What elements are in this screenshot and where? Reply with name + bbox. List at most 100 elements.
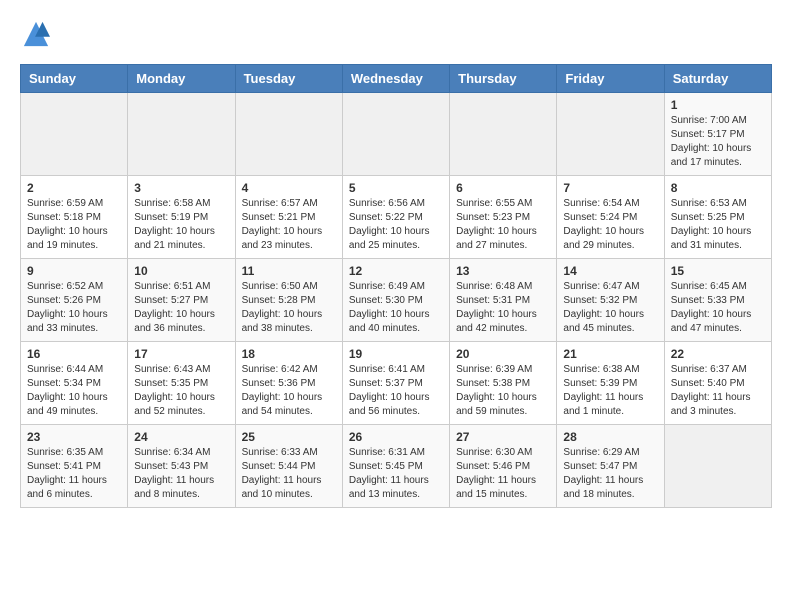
day-info: Sunrise: 6:49 AM Sunset: 5:30 PM Dayligh… (349, 280, 443, 336)
page-header (20, 20, 772, 54)
day-info: Sunrise: 6:39 AM Sunset: 5:38 PM Dayligh… (456, 363, 550, 419)
calendar-cell: 27 Sunrise: 6:30 AM Sunset: 5:46 PM Dayli… (450, 425, 557, 508)
day-info: Sunrise: 6:34 AM Sunset: 5:43 PM Dayligh… (134, 446, 228, 502)
day-number: 12 (349, 264, 443, 278)
day-header-tuesday: Tuesday (235, 65, 342, 93)
calendar-cell: 4 Sunrise: 6:57 AM Sunset: 5:21 PM Daylig… (235, 176, 342, 259)
day-number: 7 (563, 181, 657, 195)
day-info: Sunrise: 6:43 AM Sunset: 5:35 PM Dayligh… (134, 363, 228, 419)
day-info: Sunrise: 6:30 AM Sunset: 5:46 PM Dayligh… (456, 446, 550, 502)
day-info: Sunrise: 6:56 AM Sunset: 5:22 PM Dayligh… (349, 197, 443, 253)
day-header-saturday: Saturday (664, 65, 771, 93)
calendar-cell (557, 93, 664, 176)
calendar-cell: 12 Sunrise: 6:49 AM Sunset: 5:30 PM Dayli… (342, 259, 449, 342)
calendar-week-row: 9 Sunrise: 6:52 AM Sunset: 5:26 PM Daylig… (21, 259, 772, 342)
day-info: Sunrise: 6:38 AM Sunset: 5:39 PM Dayligh… (563, 363, 657, 419)
calendar-cell: 24 Sunrise: 6:34 AM Sunset: 5:43 PM Dayli… (128, 425, 235, 508)
day-info: Sunrise: 6:59 AM Sunset: 5:18 PM Dayligh… (27, 197, 121, 253)
day-number: 1 (671, 98, 765, 112)
calendar-cell: 9 Sunrise: 6:52 AM Sunset: 5:26 PM Daylig… (21, 259, 128, 342)
day-info: Sunrise: 6:31 AM Sunset: 5:45 PM Dayligh… (349, 446, 443, 502)
day-number: 28 (563, 430, 657, 444)
calendar-cell: 21 Sunrise: 6:38 AM Sunset: 5:39 PM Dayli… (557, 342, 664, 425)
calendar-cell: 22 Sunrise: 6:37 AM Sunset: 5:40 PM Dayli… (664, 342, 771, 425)
day-info: Sunrise: 6:37 AM Sunset: 5:40 PM Dayligh… (671, 363, 765, 419)
day-number: 4 (242, 181, 336, 195)
day-number: 9 (27, 264, 121, 278)
logo-icon (22, 20, 50, 48)
day-number: 6 (456, 181, 550, 195)
day-info: Sunrise: 7:00 AM Sunset: 5:17 PM Dayligh… (671, 114, 765, 170)
day-info: Sunrise: 6:50 AM Sunset: 5:28 PM Dayligh… (242, 280, 336, 336)
day-info: Sunrise: 6:42 AM Sunset: 5:36 PM Dayligh… (242, 363, 336, 419)
day-info: Sunrise: 6:48 AM Sunset: 5:31 PM Dayligh… (456, 280, 550, 336)
calendar-table: SundayMondayTuesdayWednesdayThursdayFrid… (20, 64, 772, 508)
calendar-cell: 8 Sunrise: 6:53 AM Sunset: 5:25 PM Daylig… (664, 176, 771, 259)
calendar-header-row: SundayMondayTuesdayWednesdayThursdayFrid… (21, 65, 772, 93)
calendar-cell: 2 Sunrise: 6:59 AM Sunset: 5:18 PM Daylig… (21, 176, 128, 259)
calendar-week-row: 16 Sunrise: 6:44 AM Sunset: 5:34 PM Dayli… (21, 342, 772, 425)
day-number: 2 (27, 181, 121, 195)
day-header-wednesday: Wednesday (342, 65, 449, 93)
day-info: Sunrise: 6:55 AM Sunset: 5:23 PM Dayligh… (456, 197, 550, 253)
day-info: Sunrise: 6:33 AM Sunset: 5:44 PM Dayligh… (242, 446, 336, 502)
day-info: Sunrise: 6:29 AM Sunset: 5:47 PM Dayligh… (563, 446, 657, 502)
day-number: 18 (242, 347, 336, 361)
calendar-cell: 14Sunrise: 6:47 AM Sunset: 5:32 PM Dayli… (557, 259, 664, 342)
day-info: Sunrise: 6:44 AM Sunset: 5:34 PM Dayligh… (27, 363, 121, 419)
calendar-cell: 23 Sunrise: 6:35 AM Sunset: 5:41 PM Dayli… (21, 425, 128, 508)
calendar-cell (664, 425, 771, 508)
calendar-cell (342, 93, 449, 176)
calendar-cell: 7 Sunrise: 6:54 AM Sunset: 5:24 PM Daylig… (557, 176, 664, 259)
calendar-cell: 5Sunrise: 6:56 AM Sunset: 5:22 PM Daylig… (342, 176, 449, 259)
day-info: Sunrise: 6:51 AM Sunset: 5:27 PM Dayligh… (134, 280, 228, 336)
day-info: Sunrise: 6:45 AM Sunset: 5:33 PM Dayligh… (671, 280, 765, 336)
day-header-monday: Monday (128, 65, 235, 93)
day-info: Sunrise: 6:58 AM Sunset: 5:19 PM Dayligh… (134, 197, 228, 253)
day-number: 20 (456, 347, 550, 361)
day-number: 21 (563, 347, 657, 361)
calendar-cell: 17 Sunrise: 6:43 AM Sunset: 5:35 PM Dayli… (128, 342, 235, 425)
calendar-cell: 19Sunrise: 6:41 AM Sunset: 5:37 PM Dayli… (342, 342, 449, 425)
day-info: Sunrise: 6:53 AM Sunset: 5:25 PM Dayligh… (671, 197, 765, 253)
calendar-cell: 20 Sunrise: 6:39 AM Sunset: 5:38 PM Dayli… (450, 342, 557, 425)
calendar-cell: 3 Sunrise: 6:58 AM Sunset: 5:19 PM Daylig… (128, 176, 235, 259)
calendar-cell: 15 Sunrise: 6:45 AM Sunset: 5:33 PM Dayli… (664, 259, 771, 342)
day-number: 16 (27, 347, 121, 361)
day-number: 17 (134, 347, 228, 361)
day-header-sunday: Sunday (21, 65, 128, 93)
calendar-cell: 18 Sunrise: 6:42 AM Sunset: 5:36 PM Dayli… (235, 342, 342, 425)
day-number: 25 (242, 430, 336, 444)
day-number: 23 (27, 430, 121, 444)
day-number: 8 (671, 181, 765, 195)
calendar-cell: 28 Sunrise: 6:29 AM Sunset: 5:47 PM Dayli… (557, 425, 664, 508)
day-number: 13 (456, 264, 550, 278)
logo (20, 20, 50, 54)
calendar-cell: 10 Sunrise: 6:51 AM Sunset: 5:27 PM Dayli… (128, 259, 235, 342)
day-number: 11 (242, 264, 336, 278)
day-number: 10 (134, 264, 228, 278)
calendar-cell: 11 Sunrise: 6:50 AM Sunset: 5:28 PM Dayli… (235, 259, 342, 342)
day-number: 3 (134, 181, 228, 195)
calendar-week-row: 23 Sunrise: 6:35 AM Sunset: 5:41 PM Dayli… (21, 425, 772, 508)
day-info: Sunrise: 6:52 AM Sunset: 5:26 PM Dayligh… (27, 280, 121, 336)
day-number: 27 (456, 430, 550, 444)
day-number: 26 (349, 430, 443, 444)
day-info: Sunrise: 6:57 AM Sunset: 5:21 PM Dayligh… (242, 197, 336, 253)
calendar-cell: 1 Sunrise: 7:00 AM Sunset: 5:17 PM Daylig… (664, 93, 771, 176)
day-header-friday: Friday (557, 65, 664, 93)
day-number: 19 (349, 347, 443, 361)
day-number: 22 (671, 347, 765, 361)
calendar-cell (128, 93, 235, 176)
calendar-cell: 25 Sunrise: 6:33 AM Sunset: 5:44 PM Dayli… (235, 425, 342, 508)
day-info: Sunrise: 6:35 AM Sunset: 5:41 PM Dayligh… (27, 446, 121, 502)
calendar-cell (235, 93, 342, 176)
day-number: 24 (134, 430, 228, 444)
day-header-thursday: Thursday (450, 65, 557, 93)
day-info: Sunrise: 6:54 AM Sunset: 5:24 PM Dayligh… (563, 197, 657, 253)
calendar-cell: 16 Sunrise: 6:44 AM Sunset: 5:34 PM Dayli… (21, 342, 128, 425)
calendar-cell: 13 Sunrise: 6:48 AM Sunset: 5:31 PM Dayli… (450, 259, 557, 342)
calendar-cell: 6 Sunrise: 6:55 AM Sunset: 5:23 PM Daylig… (450, 176, 557, 259)
calendar-cell: 26 Sunrise: 6:31 AM Sunset: 5:45 PM Dayli… (342, 425, 449, 508)
day-number: 15 (671, 264, 765, 278)
